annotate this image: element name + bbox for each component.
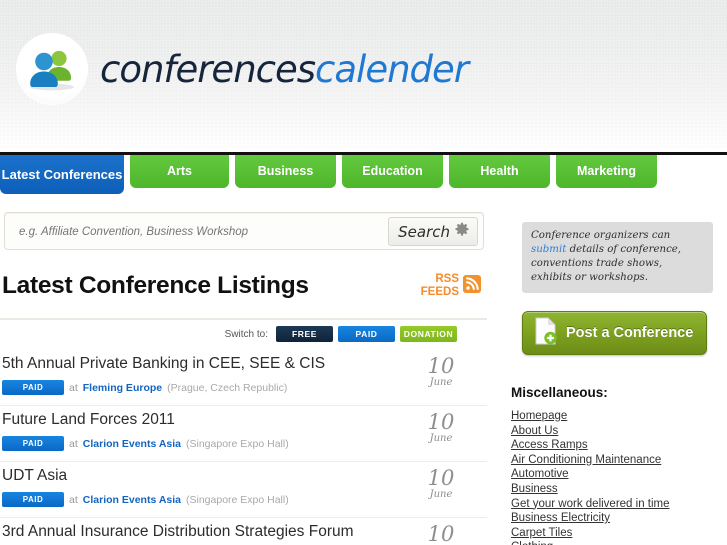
listing-row[interactable]: 5th Annual Private Banking in CEE, SEE &…: [0, 350, 487, 406]
logo-text-secondary: calender: [315, 47, 469, 91]
site-logo[interactable]: conferencescalender: [16, 33, 469, 105]
listing-date-month: June: [429, 489, 453, 500]
search-input[interactable]: [17, 213, 391, 251]
listing-title[interactable]: Future Land Forces 2011: [2, 411, 175, 429]
listing-location: (Singapore Expo Hall): [186, 437, 289, 450]
sidebar: Conference organizers can submit details…: [502, 200, 717, 545]
listing-title[interactable]: 5th Annual Private Banking in CEE, SEE &…: [2, 355, 325, 373]
listing-at-label: at: [69, 381, 78, 394]
switch-filter-row: Switch to: FREE PAID DONATION: [0, 326, 457, 342]
misc-link[interactable]: Automotive: [511, 467, 717, 482]
title-divider: [0, 318, 487, 320]
listing-row[interactable]: UDT Asia PAID at Clarion Events Asia (Singap…: [0, 462, 487, 518]
listing-row[interactable]: Future Land Forces 2011 PAID at Clarion Eve…: [0, 406, 487, 462]
listing-price-badge[interactable]: PAID: [2, 380, 64, 395]
listing-date-day: 10: [427, 522, 455, 545]
listing-meta: PAID at Clarion Events Asia (Singapore Expo…: [2, 436, 289, 451]
switch-badge-free[interactable]: FREE: [276, 326, 333, 342]
switch-badge-paid[interactable]: PAID: [338, 326, 395, 342]
misc-link[interactable]: Air Conditioning Maintenance: [511, 453, 717, 468]
nav-tab-latest-conferences[interactable]: Latest Conferences: [0, 155, 124, 194]
misc-link[interactable]: About Us: [511, 424, 717, 439]
listing-meta: PAID at Clarion Events Asia (Singapore Expo…: [2, 492, 289, 507]
rss-label-line1: RSS: [435, 273, 459, 285]
rss-label: RSS FEEDS: [421, 273, 459, 299]
nav-tab-health[interactable]: Health: [449, 155, 550, 188]
gear-icon: [455, 222, 469, 241]
search-button-label: Search: [398, 222, 450, 241]
listing-date: 10 June: [421, 410, 461, 445]
listing-title[interactable]: UDT Asia: [2, 467, 67, 485]
conference-listings: 5th Annual Private Banking in CEE, SEE &…: [0, 350, 487, 545]
submit-link[interactable]: submit: [531, 244, 566, 255]
logo-wordmark: conferencescalender: [100, 47, 469, 91]
listing-at-label: at: [69, 437, 78, 450]
site-header: conferencescalender: [0, 0, 727, 150]
two-people-icon: [16, 33, 88, 105]
listing-date-month: June: [429, 433, 453, 444]
listing-date-month: June: [429, 377, 453, 388]
rss-icon: [463, 274, 481, 298]
listing-date: 10 June: [421, 354, 461, 389]
document-add-icon: [533, 317, 559, 350]
misc-link[interactable]: Clothing: [511, 540, 717, 545]
rss-label-line2: FEEDS: [420, 286, 459, 298]
listing-meta: PAID at Fleming Europe (Prague, Czech Repub…: [2, 380, 287, 395]
listing-date: 10 June: [421, 466, 461, 501]
listing-location: (Prague, Czech Republic): [167, 381, 288, 394]
post-button-label: Post a Conference: [566, 325, 694, 341]
promo-text-before: Conference organizers can: [531, 230, 671, 241]
switch-label: Switch to:: [224, 328, 268, 340]
listing-date-day: 10: [427, 410, 455, 434]
misc-link[interactable]: Homepage: [511, 409, 717, 424]
organizer-promo-box: Conference organizers can submit details…: [522, 222, 713, 293]
switch-options: FREE PAID DONATION: [276, 326, 457, 342]
logo-text-primary: conferences: [100, 47, 316, 91]
nav-tab-marketing[interactable]: Marketing: [556, 155, 657, 188]
misc-link[interactable]: Get your work delivered in time: [511, 497, 717, 512]
misc-link[interactable]: Business: [511, 482, 717, 497]
listing-location: (Singapore Expo Hall): [186, 493, 289, 506]
main-navigation: Latest Conferences Arts Business Education H…: [0, 152, 727, 194]
listing-date: 10: [421, 524, 461, 545]
switch-badge-donation[interactable]: DONATION: [400, 326, 457, 342]
listings-header: Latest Conference Listings RSS FEEDS: [2, 272, 487, 316]
misc-link[interactable]: Business Electricity: [511, 511, 717, 526]
listing-at-label: at: [69, 493, 78, 506]
search-bar: Search: [4, 212, 484, 251]
search-button[interactable]: Search: [388, 217, 478, 246]
nav-tab-list: Latest Conferences Arts Business Education H…: [0, 155, 657, 194]
rss-feeds-link[interactable]: RSS FEEDS: [421, 273, 481, 299]
listing-price-badge[interactable]: PAID: [2, 436, 64, 451]
misc-link[interactable]: Carpet Tiles: [511, 526, 717, 541]
listing-price-badge[interactable]: PAID: [2, 492, 64, 507]
page-title: Latest Conference Listings: [2, 272, 309, 299]
nav-tab-education[interactable]: Education: [342, 155, 443, 188]
listing-organizer-link[interactable]: Clarion Events Asia: [83, 494, 181, 506]
listing-date-day: 10: [427, 466, 455, 490]
listing-title[interactable]: 3rd Annual Insurance Distribution Strate…: [2, 523, 354, 541]
listing-organizer-link[interactable]: Fleming Europe: [83, 382, 162, 394]
nav-tab-arts[interactable]: Arts: [130, 155, 229, 188]
page-root: conferencescalender Latest Conferences Ar…: [0, 0, 727, 545]
listing-row[interactable]: 3rd Annual Insurance Distribution Strate…: [0, 518, 487, 545]
listing-organizer-link[interactable]: Clarion Events Asia: [83, 438, 181, 450]
miscellaneous-title: Miscellaneous:: [511, 385, 608, 400]
listing-date-day: 10: [427, 354, 455, 378]
post-a-conference-button[interactable]: Post a Conference: [522, 311, 707, 355]
misc-link[interactable]: Access Ramps: [511, 438, 717, 453]
miscellaneous-links: Homepage About Us Access Ramps Air Conditio…: [511, 409, 717, 545]
nav-tab-business[interactable]: Business: [235, 155, 336, 188]
main-column: Search Latest Conference Listings RSS FE…: [0, 200, 487, 545]
